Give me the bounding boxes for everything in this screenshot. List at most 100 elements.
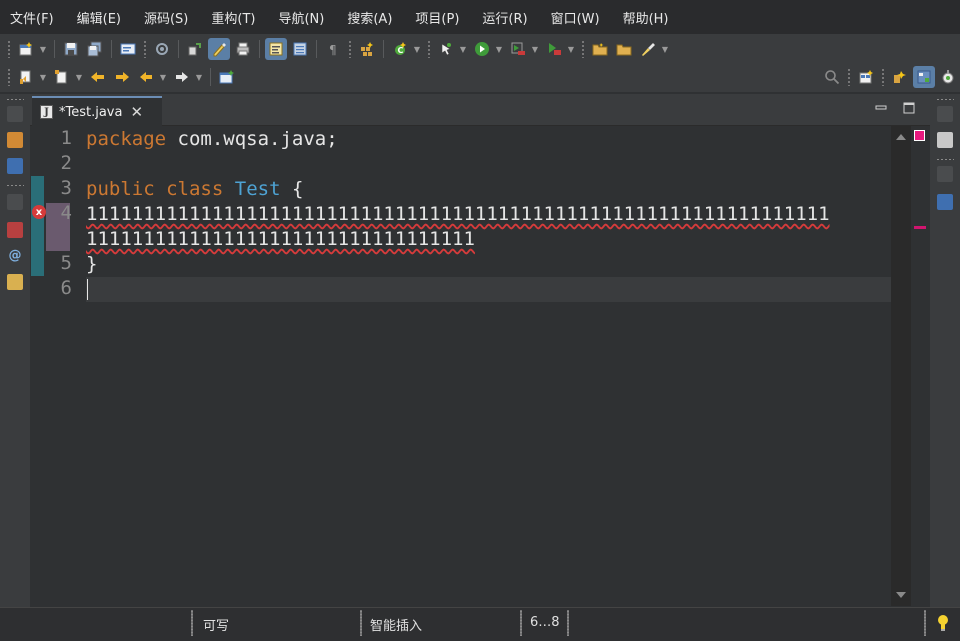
restore-icon[interactable] — [7, 106, 23, 122]
toolbar-separator — [383, 40, 384, 58]
save-all-button[interactable] — [84, 38, 106, 60]
code-line-4: 1111111111111111111111111111111111111111… — [86, 202, 830, 227]
error-overview-marker[interactable] — [914, 226, 926, 229]
open-perspective-button[interactable] — [855, 66, 877, 88]
toolbar-grip[interactable] — [581, 40, 585, 58]
trim-grip[interactable] — [6, 98, 24, 101]
javadoc-icon[interactable]: @ — [7, 248, 23, 264]
vertical-scrollbar[interactable] — [891, 126, 911, 606]
debug-config-button[interactable] — [184, 38, 206, 60]
new-java-package-button[interactable] — [356, 38, 378, 60]
open-folder-button[interactable] — [589, 38, 611, 60]
restore-icon[interactable] — [937, 166, 953, 182]
open-folder-icon — [592, 43, 608, 56]
print-button[interactable] — [232, 38, 254, 60]
brush-dropdown[interactable]: ▼ — [660, 38, 670, 60]
task-list-icon[interactable] — [937, 132, 953, 148]
current-line-highlight — [86, 277, 891, 302]
coverage-button[interactable] — [543, 38, 565, 60]
refresh-button[interactable]: C — [389, 38, 411, 60]
package-explorer-icon[interactable] — [7, 132, 23, 148]
svg-text:C: C — [398, 46, 404, 55]
maximize-button[interactable] — [901, 100, 917, 116]
menu-search[interactable]: 搜索(A) — [343, 8, 401, 27]
menu-window[interactable]: 窗口(W) — [547, 8, 609, 27]
menu-help[interactable]: 帮助(H) — [619, 8, 678, 27]
next-annotation-button[interactable] — [15, 66, 37, 88]
pilcrow-icon: ¶ — [329, 43, 337, 57]
menu-file[interactable]: 文件(F) — [6, 8, 63, 27]
toolbar-grip[interactable] — [847, 68, 851, 86]
coverage-icon — [549, 43, 561, 55]
code-editor[interactable]: x 1 2 3 4 5 6 package com.wqsa.java; pub… — [30, 126, 930, 606]
search-button[interactable] — [821, 66, 843, 88]
forward-edit-button[interactable] — [111, 66, 133, 88]
trim-grip[interactable] — [936, 98, 954, 101]
java-ee-perspective-button[interactable] — [889, 66, 911, 88]
open-type-button[interactable] — [613, 38, 635, 60]
toolbar-grip[interactable] — [427, 40, 431, 58]
debug-button[interactable] — [507, 38, 529, 60]
close-icon[interactable]: ✕ — [130, 104, 143, 120]
pilcrow-button[interactable]: ¶ — [322, 38, 344, 60]
menu-project[interactable]: 项目(P) — [411, 8, 468, 27]
type-hierarchy-icon[interactable] — [7, 158, 23, 174]
toggle-mark-button[interactable] — [265, 38, 287, 60]
status-insert-mode: 智能插入 — [370, 619, 423, 634]
toolbar-grip[interactable] — [7, 68, 11, 86]
trim-grip[interactable] — [6, 184, 24, 187]
next-annotation-dropdown[interactable]: ▼ — [38, 66, 48, 88]
toolbar-grip[interactable] — [348, 40, 352, 58]
menu-source[interactable]: 源码(S) — [140, 8, 197, 27]
error-summary-icon[interactable] — [914, 130, 925, 141]
trim-grip[interactable] — [936, 158, 954, 161]
toolbar-grip[interactable] — [143, 40, 147, 58]
debug-perspective-button[interactable] — [937, 66, 959, 88]
save-button[interactable] — [60, 38, 82, 60]
scroll-up-icon[interactable] — [896, 134, 906, 140]
brush-button[interactable] — [637, 38, 659, 60]
outline-icon[interactable] — [937, 194, 953, 210]
pin-editor-button[interactable] — [216, 66, 238, 88]
keyword: package — [86, 128, 167, 150]
toolbar-grip[interactable] — [7, 40, 11, 58]
lightbulb-icon[interactable] — [936, 614, 950, 632]
breakpoint-button[interactable] — [435, 38, 457, 60]
declaration-icon[interactable] — [7, 274, 23, 290]
java-perspective-button[interactable] — [913, 66, 935, 88]
new-wizard-button[interactable] — [15, 38, 37, 60]
coverage-dropdown[interactable]: ▼ — [566, 38, 576, 60]
back-dropdown[interactable]: ▼ — [158, 66, 168, 88]
new-wizard-dropdown[interactable]: ▼ — [38, 38, 48, 60]
forward-dropdown[interactable]: ▼ — [194, 66, 204, 88]
line-number: 6 — [60, 277, 72, 299]
run-dropdown[interactable]: ▼ — [494, 38, 504, 60]
console-button[interactable] — [117, 38, 139, 60]
run-button[interactable] — [471, 38, 493, 60]
menu-refactor[interactable]: 重构(T) — [207, 8, 264, 27]
prev-annotation-dropdown[interactable]: ▼ — [74, 66, 84, 88]
toolbar-separator — [210, 68, 211, 86]
back-button[interactable] — [135, 66, 157, 88]
menu-run[interactable]: 运行(R) — [478, 8, 536, 27]
minimize-button[interactable] — [873, 100, 889, 116]
refresh-dropdown[interactable]: ▼ — [412, 38, 422, 60]
forward-button[interactable] — [171, 66, 193, 88]
menu-edit[interactable]: 编辑(E) — [73, 8, 130, 27]
breakpoint-dropdown[interactable]: ▼ — [458, 38, 468, 60]
restore-icon[interactable] — [937, 106, 953, 122]
toolbar-grip[interactable] — [881, 68, 885, 86]
task-button[interactable] — [151, 38, 173, 60]
menu-navigate[interactable]: 导航(N) — [274, 8, 333, 27]
problems-icon[interactable] — [7, 222, 23, 238]
error-text: 1111111111111111111111111111111111111111… — [86, 203, 830, 225]
prev-annotation-button[interactable] — [51, 66, 73, 88]
show-whitespace-button[interactable] — [289, 38, 311, 60]
last-edit-button[interactable] — [87, 66, 109, 88]
scroll-down-icon[interactable] — [896, 592, 906, 598]
debug-dropdown[interactable]: ▼ — [530, 38, 540, 60]
tab-test-java[interactable]: J *Test.java ✕ — [32, 96, 162, 126]
highlight-button[interactable] — [208, 38, 230, 60]
restore-icon[interactable] — [7, 194, 23, 210]
search-icon — [825, 70, 840, 85]
